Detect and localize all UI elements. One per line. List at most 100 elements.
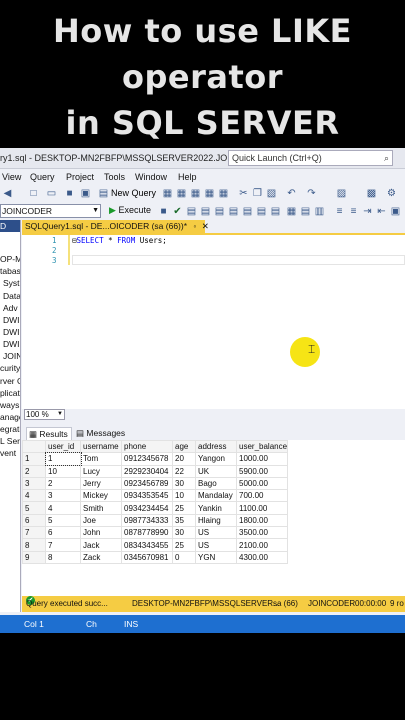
redo-icon[interactable]: ↷	[306, 188, 317, 199]
object-explorer-item[interactable]: L Serv	[0, 436, 20, 446]
table-row[interactable]: 2 10 Lucy 2929230404 22 UK 5900.00	[22, 464, 289, 478]
object-explorer-item[interactable]: DWI	[3, 327, 20, 337]
query-icon-4[interactable]: ▦	[204, 188, 215, 199]
column-header[interactable]: user_balance	[235, 439, 289, 454]
table-cell[interactable]: 0934353545	[121, 489, 173, 503]
quick-launch-input[interactable]: Quick Launch (Ctrl+Q) ⌕	[228, 150, 393, 166]
table-cell[interactable]: UK	[195, 464, 237, 478]
table-row[interactable]: 1 1 Tom 0912345678 20 Yangon 1000.00	[22, 451, 289, 467]
table-row[interactable]: 7 6 John 0878778990 30 US 3500.00	[22, 526, 289, 540]
table-cell[interactable]: 8	[45, 550, 81, 564]
table-cell[interactable]: 2929230404	[121, 464, 173, 478]
query-icon-1[interactable]: ▦	[162, 188, 173, 199]
table-cell[interactable]: US	[195, 526, 237, 540]
settings-icon[interactable]: ⚙	[386, 188, 397, 199]
column-header[interactable]: user_id	[45, 439, 81, 454]
table-cell[interactable]: Yangon	[195, 452, 237, 466]
comment-icon[interactable]: ≡	[334, 206, 345, 217]
table-cell[interactable]: 25	[172, 501, 196, 515]
object-explorer-item[interactable]: DWI	[3, 339, 20, 349]
table-cell[interactable]: 10	[172, 489, 196, 503]
table-cell[interactable]: 700.00	[235, 489, 289, 503]
table-cell[interactable]: 1100.00	[235, 501, 289, 515]
column-header[interactable]: address	[195, 439, 237, 454]
back-icon[interactable]: ◀	[2, 188, 13, 199]
copy-icon[interactable]: ❐	[252, 188, 263, 199]
table-cell[interactable]: 20	[172, 452, 196, 466]
menu-project[interactable]: Project	[66, 172, 94, 182]
table-cell[interactable]: 10	[45, 464, 81, 478]
plan-icon-5[interactable]: ▤	[242, 206, 253, 217]
menu-query[interactable]: Query	[30, 172, 55, 182]
uncomment-icon[interactable]: ≡	[348, 206, 359, 217]
zoom-select[interactable]: 100 % ▼	[24, 409, 65, 420]
pin-icon[interactable]: ◦	[193, 221, 196, 231]
column-header[interactable]: age	[172, 439, 196, 454]
table-row[interactable]: 8 7 Jack 0834343455 25 US 2100.00	[22, 538, 289, 552]
table-cell[interactable]: 25	[172, 538, 196, 552]
table-cell[interactable]: 0923456789	[121, 476, 173, 491]
save-all-icon[interactable]: ▣	[80, 188, 91, 199]
object-explorer-item[interactable]: Syst	[3, 278, 20, 288]
object-explorer-item[interactable]: tabas	[0, 266, 20, 276]
new-file-icon[interactable]: □	[28, 188, 39, 199]
plan-icon-4[interactable]: ▤	[228, 206, 239, 217]
undo-icon[interactable]: ↶	[286, 188, 297, 199]
object-explorer-item[interactable]: DWI	[3, 315, 20, 325]
table-cell[interactable]: 2	[45, 476, 81, 491]
table-cell[interactable]: 5000.00	[235, 476, 289, 491]
object-explorer-item[interactable]: JOIN	[3, 351, 20, 361]
table-cell[interactable]: Hlaing	[195, 513, 237, 528]
object-explorer-item[interactable]: OP-M	[0, 254, 20, 264]
database-select[interactable]: JOINCODER ▼	[0, 204, 101, 218]
table-cell[interactable]: 0	[172, 550, 196, 564]
table-cell[interactable]: Smith	[80, 501, 122, 515]
query-icon-5[interactable]: ▦	[218, 188, 229, 199]
table-row[interactable]: 9 8 Zack 0345670981 0 YGN 4300.00	[22, 550, 289, 564]
tool-icon[interactable]: ▩	[366, 188, 377, 199]
table-cell[interactable]: 2100.00	[235, 538, 289, 552]
column-header[interactable]: username	[80, 439, 122, 454]
table-cell[interactable]: 5900.00	[235, 464, 289, 478]
new-query-button[interactable]: New Query	[111, 188, 156, 198]
results-text-icon[interactable]: ▤	[300, 206, 311, 217]
table-cell[interactable]: 0912345678	[121, 452, 173, 466]
table-cell[interactable]: 4300.00	[235, 550, 289, 564]
table-cell[interactable]: Tom	[80, 452, 122, 466]
open-icon[interactable]: ▭	[46, 188, 57, 199]
table-row[interactable]: 5 4 Smith 0934234454 25 Yankin 1100.00	[22, 501, 289, 515]
table-cell[interactable]: Mickey	[80, 489, 122, 503]
activity-monitor-icon[interactable]: ▨	[336, 188, 347, 199]
object-explorer-item[interactable]: egrati	[0, 424, 20, 434]
table-cell[interactable]: Mandalay	[195, 489, 237, 503]
outdent-icon[interactable]: ⇤	[376, 206, 387, 217]
object-explorer-item[interactable]: Data	[3, 291, 20, 301]
save-icon[interactable]: ■	[64, 188, 75, 199]
paste-icon[interactable]: ▧	[266, 188, 277, 199]
query-icon-2[interactable]: ▦	[176, 188, 187, 199]
object-explorer-item[interactable]: ways	[0, 400, 19, 410]
plan-icon-6[interactable]: ▤	[256, 206, 267, 217]
table-cell[interactable]: Jack	[80, 538, 122, 552]
table-cell[interactable]: 6	[45, 526, 81, 540]
table-cell[interactable]: Yankin	[195, 501, 237, 515]
table-cell[interactable]: 5	[45, 513, 81, 528]
table-cell[interactable]: 3	[45, 489, 81, 503]
table-cell[interactable]: 1	[44, 451, 82, 467]
menu-help[interactable]: Help	[178, 172, 197, 182]
plan-icon-1[interactable]: ▤	[186, 206, 197, 217]
table-cell[interactable]: Jerry	[80, 476, 122, 491]
new-query-icon[interactable]: ▤	[98, 188, 109, 199]
query-editor[interactable]: 1 2 3 ⊟SELECT * FROM Users;	[22, 235, 405, 409]
table-cell[interactable]: 0834343455	[121, 538, 173, 552]
table-cell[interactable]: 35	[172, 513, 196, 528]
table-cell[interactable]: 30	[172, 476, 196, 491]
table-cell[interactable]: 30	[172, 526, 196, 540]
query-icon-3[interactable]: ▦	[190, 188, 201, 199]
parse-check-icon[interactable]: ✔	[172, 206, 183, 217]
plan-icon-7[interactable]: ▤	[270, 206, 281, 217]
tab-messages[interactable]: ▤ Messages	[74, 427, 128, 440]
close-icon[interactable]: ✕	[202, 221, 209, 231]
object-explorer-item[interactable]: D	[0, 221, 6, 231]
tab-results[interactable]: ▦ Results	[26, 427, 72, 441]
